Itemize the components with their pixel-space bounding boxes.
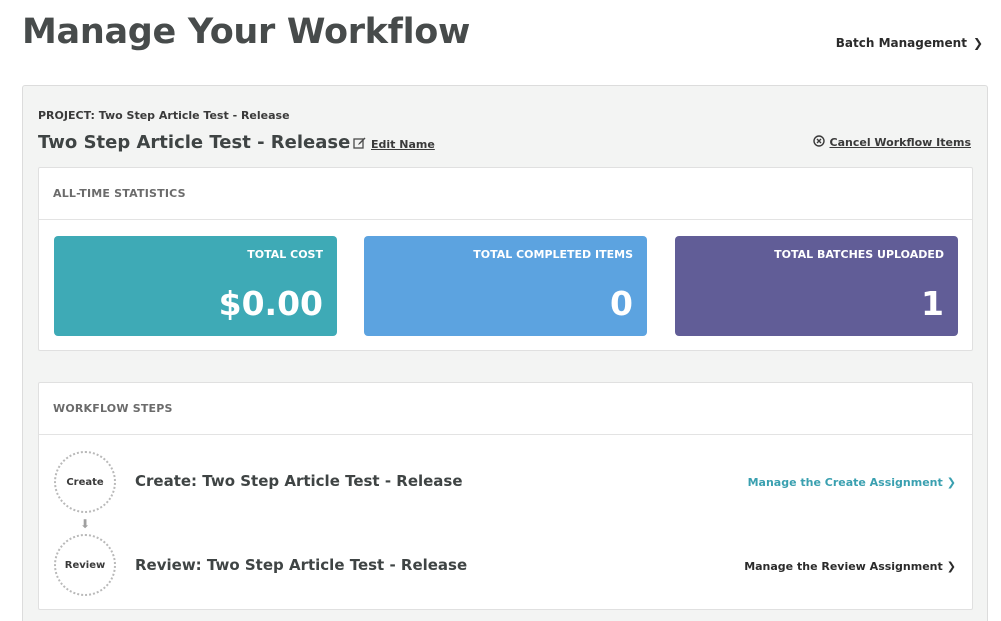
manage-review-assignment-link[interactable]: Manage the Review Assignment ❯ xyxy=(744,560,956,573)
manage-create-assignment-link[interactable]: Manage the Create Assignment ❯ xyxy=(748,476,956,489)
step-badge-create: Create xyxy=(54,451,116,513)
stat-value: 0 xyxy=(610,284,633,323)
stat-tile-total-completed-items: TOTAL COMPLETED ITEMS 0 xyxy=(364,236,647,336)
stat-tile-total-batches-uploaded: TOTAL BATCHES UPLOADED 1 xyxy=(675,236,958,336)
workflow-steps-header: WORKFLOW STEPS xyxy=(39,383,972,435)
project-panel: PROJECT: Two Step Article Test - Release… xyxy=(22,85,988,621)
stat-label: TOTAL BATCHES UPLOADED xyxy=(774,248,944,261)
stat-label: TOTAL COMPLETED ITEMS xyxy=(473,248,633,261)
project-name: Two Step Article Test - Release xyxy=(38,132,351,153)
workflow-steps-card: WORKFLOW STEPS Create ⬇ Create: Two Step… xyxy=(38,382,973,610)
stat-value: 1 xyxy=(921,284,944,323)
chevron-right-icon: ❯ xyxy=(946,476,956,489)
batch-management-label: Batch Management xyxy=(835,36,967,50)
cancel-workflow-items-link[interactable]: Cancel Workflow Items xyxy=(812,135,971,150)
cancel-workflow-items-label: Cancel Workflow Items xyxy=(829,136,971,149)
page-title: Manage Your Workflow xyxy=(22,12,471,52)
circle-x-icon xyxy=(812,135,825,150)
step-badge-review: Review xyxy=(54,534,116,596)
statistics-card: ALL-TIME STATISTICS TOTAL COST $0.00 TOT… xyxy=(38,167,973,351)
manage-review-label: Manage the Review Assignment xyxy=(744,560,943,573)
arrow-down-icon: ⬇ xyxy=(80,517,91,531)
statistics-header: ALL-TIME STATISTICS xyxy=(39,168,972,220)
step-title-create: Create: Two Step Article Test - Release xyxy=(135,472,463,490)
edit-name-label: Edit Name xyxy=(371,138,435,151)
batch-management-link[interactable]: Batch Management ❯ xyxy=(836,36,983,50)
project-label: PROJECT: Two Step Article Test - Release xyxy=(38,109,290,122)
stat-label: TOTAL COST xyxy=(247,248,323,261)
stat-value: $0.00 xyxy=(218,284,323,323)
edit-name-link[interactable]: Edit Name xyxy=(353,137,435,152)
pencil-square-icon xyxy=(353,137,366,152)
step-title-review: Review: Two Step Article Test - Release xyxy=(135,556,468,574)
chevron-right-icon: ❯ xyxy=(946,560,956,573)
manage-create-label: Manage the Create Assignment xyxy=(747,476,943,489)
stat-tile-total-cost: TOTAL COST $0.00 xyxy=(54,236,337,336)
chevron-right-icon: ❯ xyxy=(972,36,983,50)
